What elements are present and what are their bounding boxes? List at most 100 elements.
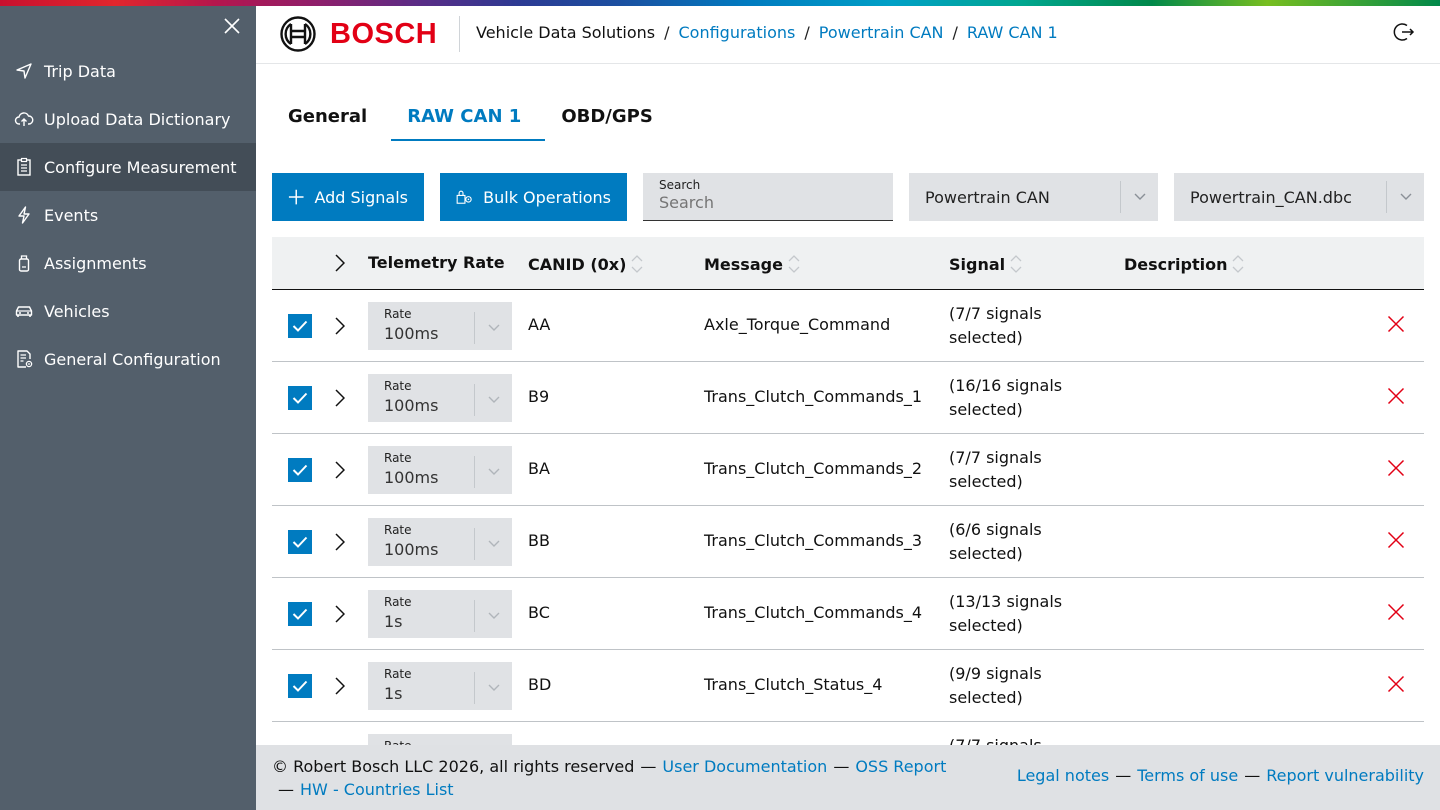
- delete-row-button[interactable]: [1384, 672, 1408, 696]
- bulk-operations-label: Bulk Operations: [483, 187, 611, 207]
- chevron-right-icon: [335, 533, 345, 551]
- column-signal[interactable]: Signal: [949, 253, 1023, 275]
- bulk-operations-button[interactable]: Bulk Operations: [440, 173, 627, 221]
- row-checkbox[interactable]: [288, 530, 312, 554]
- sidebar-item-label: Events: [44, 205, 99, 225]
- delete-row-button[interactable]: [1384, 384, 1408, 408]
- delete-row-button[interactable]: [1384, 312, 1408, 336]
- rate-select[interactable]: Rate 100ms: [368, 302, 512, 350]
- row-checkbox[interactable]: [288, 458, 312, 482]
- canid-cell: BA: [528, 459, 550, 478]
- signal-cell: (13/13 signals selected): [949, 592, 1063, 635]
- rate-select[interactable]: Rate 100ms: [368, 374, 512, 422]
- message-cell: Trans_Clutch_Commands_4: [704, 603, 922, 622]
- sort-icon: [631, 255, 643, 273]
- report-vulnerability-link[interactable]: Report vulnerability: [1266, 766, 1424, 785]
- breadcrumb-configurations[interactable]: Configurations: [679, 23, 796, 42]
- column-message[interactable]: Message: [704, 253, 801, 275]
- sidebar-item-label: Vehicles: [44, 301, 110, 321]
- breadcrumb-raw-can-1[interactable]: RAW CAN 1: [967, 23, 1058, 42]
- row-checkbox[interactable]: [288, 314, 312, 338]
- chevron-right-icon: [335, 605, 345, 623]
- tab-bar: General RAW CAN 1 OBD/GPS: [272, 96, 669, 142]
- bosch-logo[interactable]: BOSCH: [280, 16, 437, 52]
- device-icon: [14, 253, 34, 273]
- tab-obd-gps[interactable]: OBD/GPS: [545, 96, 668, 141]
- sidebar: Trip Data Upload Data Dictionary Configu…: [0, 6, 256, 810]
- chevron-down-icon: [474, 528, 512, 560]
- row-checkbox[interactable]: [288, 602, 312, 626]
- close-icon: [1387, 459, 1405, 477]
- add-signals-button[interactable]: Add Signals: [272, 173, 424, 221]
- dbc-select[interactable]: Powertrain_CAN.dbc: [1174, 173, 1424, 221]
- user-documentation-link[interactable]: User Documentation: [662, 757, 827, 776]
- canid-cell: BC: [528, 603, 550, 622]
- sidebar-nav: Trip Data Upload Data Dictionary Configu…: [0, 47, 256, 383]
- column-canid[interactable]: CANID (0x): [528, 253, 644, 275]
- search-input[interactable]: [659, 193, 877, 212]
- delete-row-button[interactable]: [1384, 600, 1408, 624]
- breadcrumb-powertrain-can[interactable]: Powertrain CAN: [819, 23, 944, 42]
- checkmark-icon: [292, 320, 308, 332]
- chevron-right-icon: [335, 677, 345, 695]
- sidebar-item-configure-measurement[interactable]: Configure Measurement: [0, 143, 256, 191]
- row-checkbox[interactable]: [288, 674, 312, 698]
- logout-button[interactable]: [1392, 20, 1416, 44]
- search-field[interactable]: Search: [643, 173, 893, 221]
- rate-select[interactable]: Rate 100ms: [368, 446, 512, 494]
- close-sidebar-button[interactable]: [220, 14, 244, 38]
- sidebar-item-trip-data[interactable]: Trip Data: [0, 47, 256, 95]
- delete-row-button[interactable]: [1384, 528, 1408, 552]
- bus-select[interactable]: Powertrain CAN: [909, 173, 1158, 221]
- chevron-right-icon: [335, 389, 345, 407]
- app-header: BOSCH Vehicle Data Solutions / Configura…: [256, 6, 1440, 64]
- rate-select[interactable]: Rate 100ms: [368, 518, 512, 566]
- sort-icon: [1233, 255, 1244, 273]
- sidebar-item-general-configuration[interactable]: General Configuration: [0, 335, 256, 383]
- logout-icon: [1393, 23, 1415, 41]
- sidebar-item-events[interactable]: Events: [0, 191, 256, 239]
- terms-of-use-link[interactable]: Terms of use: [1137, 766, 1238, 785]
- row-expand-button[interactable]: [332, 314, 348, 338]
- canid-cell: AA: [528, 315, 551, 334]
- delete-row-button[interactable]: [1384, 456, 1408, 480]
- table-row: Rate 1s BD Trans_Clutch_Status_4 (9/9 si…: [272, 650, 1424, 722]
- page-footer: © Robert Bosch LLC 2026, all rights rese…: [256, 745, 1440, 810]
- rate-select[interactable]: Rate 1s: [368, 662, 512, 710]
- sidebar-item-upload-data-dictionary[interactable]: Upload Data Dictionary: [0, 95, 256, 143]
- chevron-down-icon: [474, 312, 512, 344]
- rate-label: Rate: [384, 667, 412, 681]
- tab-general[interactable]: General: [272, 96, 383, 141]
- message-cell: Trans_Clutch_Commands_2: [704, 459, 922, 478]
- row-expand-button[interactable]: [332, 458, 348, 482]
- hw-countries-list-link[interactable]: HW - Countries List: [300, 780, 454, 799]
- expand-all-button[interactable]: [332, 251, 348, 275]
- tab-raw-can-1[interactable]: RAW CAN 1: [391, 96, 546, 141]
- row-expand-button[interactable]: [332, 602, 348, 626]
- sidebar-item-assignments[interactable]: Assignments: [0, 239, 256, 287]
- chevron-down-icon: [474, 672, 512, 704]
- legal-notes-link[interactable]: Legal notes: [1017, 766, 1109, 785]
- row-expand-button[interactable]: [332, 530, 348, 554]
- column-description[interactable]: Description: [1124, 253, 1245, 275]
- rate-label: Rate: [384, 307, 412, 321]
- rate-value: 100ms: [384, 396, 439, 415]
- rate-value: 100ms: [384, 324, 439, 343]
- rate-select[interactable]: Rate 1s: [368, 590, 512, 638]
- row-expand-button[interactable]: [332, 674, 348, 698]
- sidebar-item-label: Upload Data Dictionary: [44, 109, 231, 129]
- breadcrumb: Vehicle Data Solutions / Configurations …: [476, 23, 1058, 42]
- row-checkbox[interactable]: [288, 386, 312, 410]
- signal-cell: (6/6 signals selected): [949, 520, 1042, 563]
- column-telemetry-rate: Telemetry Rate: [368, 253, 505, 272]
- close-icon: [1387, 531, 1405, 549]
- message-cell: Axle_Torque_Command: [704, 315, 891, 334]
- plus-icon: [288, 189, 304, 205]
- car-icon: [14, 301, 34, 321]
- rate-value: 1s: [384, 684, 403, 703]
- sidebar-item-vehicles[interactable]: Vehicles: [0, 287, 256, 335]
- oss-report-link[interactable]: OSS Report: [855, 757, 946, 776]
- row-expand-button[interactable]: [332, 386, 348, 410]
- rate-label: Rate: [384, 379, 412, 393]
- close-icon: [1387, 387, 1405, 405]
